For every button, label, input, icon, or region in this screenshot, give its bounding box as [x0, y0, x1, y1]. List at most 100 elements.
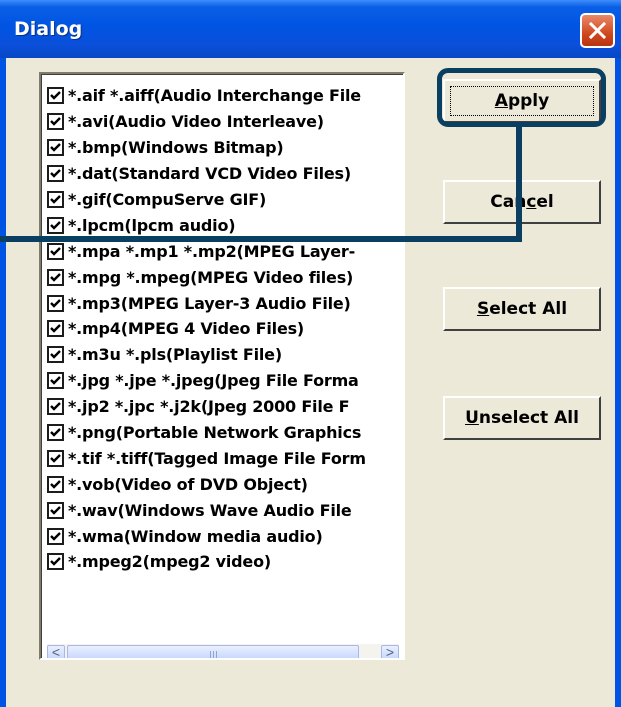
file-type-row[interactable]: *.vob(Video of DVD Object): [47, 471, 366, 497]
checkbox[interactable]: [47, 87, 64, 105]
file-type-row[interactable]: *.wav(Windows Wave Audio File: [47, 497, 366, 523]
checkmark-icon: [50, 505, 61, 515]
close-button[interactable]: [580, 13, 615, 48]
callout-line-vertical: [516, 127, 522, 240]
arrow-left-icon: <: [51, 644, 61, 660]
checkbox[interactable]: [47, 191, 64, 208]
file-type-row[interactable]: *.m3u *.pls(Playlist File): [47, 342, 366, 368]
file-type-row[interactable]: *.jp2 *.jpc *.j2k(Jpeg 2000 File F: [47, 394, 366, 420]
checkbox[interactable]: [47, 268, 64, 286]
checkmark-icon: [50, 169, 61, 178]
checkmark-icon: [50, 246, 61, 256]
file-type-label: *.lpcm(lpcm audio): [68, 215, 236, 235]
file-type-checklist[interactable]: *.aif *.aiff(Audio Interchange File *.avi…: [39, 72, 405, 660]
file-type-label: *.mpg *.mpeg(MPEG Video files): [68, 267, 354, 287]
checkmark-icon: [50, 350, 61, 360]
file-type-row[interactable]: *.dat(Standard VCD Video Files): [47, 161, 366, 187]
select-all-button[interactable]: Select All: [443, 287, 601, 331]
file-type-label: *.tif *.tiff(Tagged Image File Form: [68, 448, 366, 468]
scrollbar-thumb[interactable]: [67, 645, 359, 658]
file-type-label: *.jpg *.jpe *.jpeg(Jpeg File Forma: [68, 371, 359, 391]
file-type-row[interactable]: *.lpcm(lpcm audio): [47, 212, 366, 238]
checkbox[interactable]: [47, 165, 64, 183]
file-type-label: *.aif *.aiff(Audio Interchange File: [68, 86, 361, 106]
file-type-label: *.m3u *.pls(Playlist File): [68, 345, 282, 365]
dialog-window: Dialog *.aif *.aiff(Audio Interchange Fi…: [0, 0, 621, 707]
select-all-mnemonic: S: [476, 299, 490, 319]
checkbox[interactable]: [47, 449, 64, 467]
file-type-label: *.bmp(Windows Bitmap): [68, 138, 284, 158]
apply-callout-highlight: [437, 68, 606, 127]
checkmark-icon: [50, 324, 61, 334]
cancel-button[interactable]: Cancel: [443, 180, 601, 224]
checkmark-icon: [50, 402, 61, 411]
file-type-row[interactable]: *.bmp(Windows Bitmap): [47, 135, 366, 161]
scrollbar-grip: [210, 651, 218, 658]
unselect-all-mnemonic: U: [465, 408, 479, 428]
checkmark-icon: [50, 557, 61, 567]
cancel-label-rest: el: [536, 192, 554, 212]
close-icon: [588, 21, 607, 40]
file-type-row[interactable]: *.mpeg2(mpeg2 video): [47, 549, 366, 575]
file-type-row[interactable]: *.tif *.tiff(Tagged Image File Form: [47, 445, 366, 471]
file-type-row[interactable]: *.mp3(MPEG Layer-3 Audio File): [47, 290, 366, 316]
checkmark-icon: [50, 479, 61, 489]
checkbox[interactable]: [47, 216, 64, 234]
scroll-left-button[interactable]: <: [47, 644, 65, 660]
file-type-label: *.dat(Standard VCD Video Files): [68, 164, 351, 184]
file-type-row[interactable]: *.mp4(MPEG 4 Video Files): [47, 316, 366, 342]
checkmark-icon: [50, 531, 61, 541]
file-type-row[interactable]: *.gif(CompuServe GIF): [47, 187, 366, 213]
file-type-label: *.jp2 *.jpc *.j2k(Jpeg 2000 File F: [68, 397, 350, 417]
callout-line-horizontal: [0, 236, 522, 242]
checkbox[interactable]: [47, 139, 64, 157]
file-type-label: *.mp3(MPEG Layer-3 Audio File): [68, 293, 351, 313]
file-type-label: *.mp4(MPEG 4 Video Files): [68, 319, 305, 339]
unselect-all-label: Unselect All: [465, 408, 579, 428]
scroll-right-button[interactable]: >: [381, 644, 399, 660]
title-bar[interactable]: Dialog: [0, 0, 621, 58]
checkbox[interactable]: [47, 424, 64, 442]
checkbox[interactable]: [47, 113, 64, 131]
file-type-label: *.mpeg2(mpeg2 video): [68, 552, 271, 572]
select-all-label-rest: elect All: [489, 299, 568, 319]
file-type-row[interactable]: *.png(Portable Network Graphics: [47, 420, 366, 446]
unselect-all-button[interactable]: Unselect All: [443, 396, 601, 440]
checkmark-icon: [50, 195, 61, 204]
file-type-row[interactable]: *.aif *.aiff(Audio Interchange File: [47, 83, 366, 109]
cancel-label: Cancel: [490, 192, 554, 212]
checkbox[interactable]: [47, 398, 64, 416]
file-type-label: *.avi(Audio Video Interleave): [68, 112, 324, 132]
file-type-label: *.gif(CompuServe GIF): [68, 190, 267, 209]
file-type-row[interactable]: *.mpa *.mp1 *.mp2(MPEG Layer-: [47, 238, 366, 264]
checkmark-icon: [50, 376, 61, 385]
file-type-row[interactable]: *.wma(Window media audio): [47, 523, 366, 549]
checkmark-icon: [50, 272, 61, 282]
file-type-row[interactable]: *.jpg *.jpe *.jpeg(Jpeg File Forma: [47, 368, 366, 394]
checkbox[interactable]: [47, 475, 64, 493]
file-type-label: *.wav(Windows Wave Audio File: [68, 500, 352, 520]
checkbox[interactable]: [47, 527, 64, 545]
window-title: Dialog: [14, 18, 83, 40]
checkbox[interactable]: [47, 501, 64, 519]
checkbox[interactable]: [47, 294, 64, 312]
checkbox[interactable]: [47, 553, 64, 571]
checkbox[interactable]: [47, 346, 64, 364]
select-all-label: Select All: [477, 299, 567, 319]
checkmark-icon: [50, 428, 61, 437]
file-type-rows: *.aif *.aiff(Audio Interchange File *.avi…: [47, 83, 366, 575]
checkmark-icon: [50, 221, 61, 230]
file-type-label: *.vob(Video of DVD Object): [68, 474, 308, 494]
file-type-label: *.png(Portable Network Graphics: [68, 423, 362, 443]
file-type-row[interactable]: *.avi(Audio Video Interleave): [47, 109, 366, 135]
file-type-row[interactable]: *.mpg *.mpeg(MPEG Video files): [47, 264, 366, 290]
arrow-right-icon: >: [385, 644, 395, 660]
horizontal-scrollbar[interactable]: < >: [47, 644, 399, 660]
checkbox[interactable]: [47, 242, 64, 260]
checkmark-icon: [50, 143, 61, 152]
checkbox[interactable]: [47, 372, 64, 390]
checkbox[interactable]: [47, 320, 64, 338]
checkmark-icon: [50, 117, 61, 127]
file-type-label: *.mpa *.mp1 *.mp2(MPEG Layer-: [68, 241, 356, 261]
cancel-mnemonic: c: [526, 192, 537, 212]
